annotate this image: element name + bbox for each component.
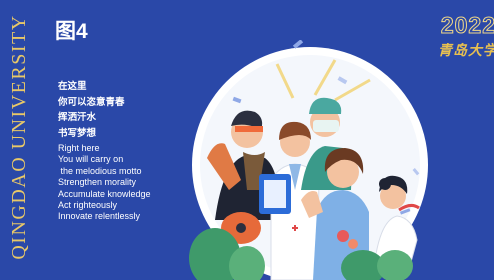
cn-line: 你可以恣意青春	[58, 96, 125, 108]
poster-canvas: QINGDAO UNIVERSITY 图4 2022 青岛大学 在这里 你可以恣…	[0, 0, 494, 280]
en-line: Innovate relentlessly	[58, 211, 141, 222]
chinese-lines: 在这里 你可以恣意青春 挥洒汗水 书写梦想	[58, 79, 151, 141]
en-line: the melodious motto	[58, 165, 142, 176]
cn-line: 挥洒汗水	[58, 112, 97, 123]
year-label: 2022	[440, 12, 494, 39]
illustration	[189, 40, 428, 280]
school-name: 青岛大学	[438, 44, 494, 59]
en-line: You will carry on	[58, 154, 124, 165]
figure-label: 图4	[55, 20, 88, 43]
text-block: 在这里 你可以恣意青春 挥洒汗水 书写梦想 Right here You wil…	[58, 79, 151, 223]
en-line: Strengthen morality	[58, 177, 137, 188]
en-line: Accumulate knowledge	[58, 188, 151, 199]
en-line: Act righteously	[58, 200, 118, 211]
cn-line: 在这里	[58, 81, 87, 92]
cn-line: 书写梦想	[58, 127, 97, 139]
vertical-university-title: QINGDAO UNIVERSITY	[8, 14, 30, 260]
english-lines: Right here You will carry on the melodio…	[58, 143, 151, 223]
en-line: Right here	[58, 143, 100, 153]
